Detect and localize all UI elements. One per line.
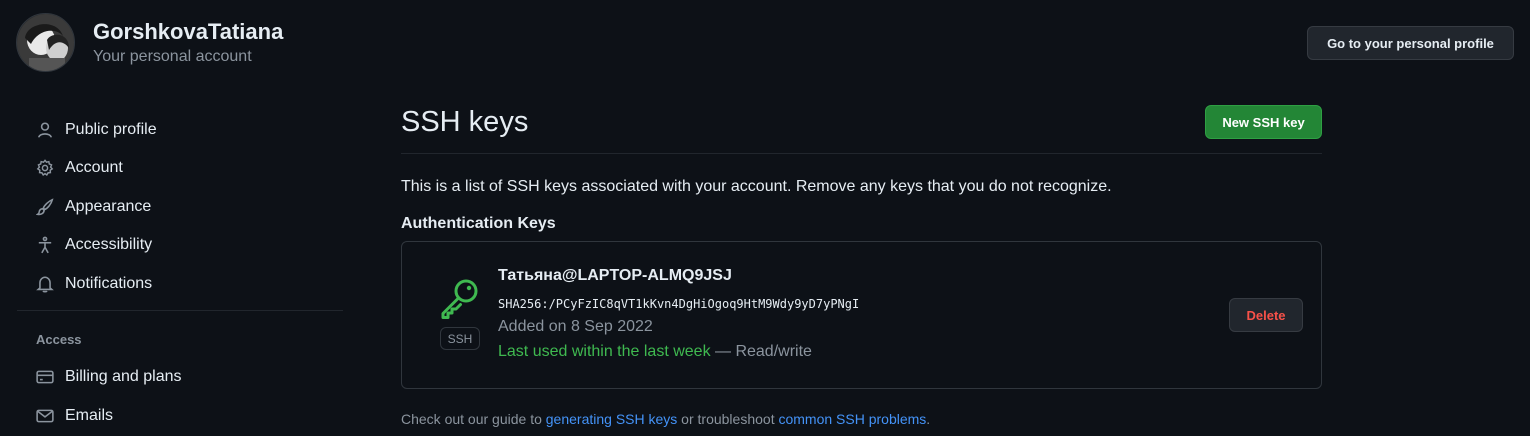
sidebar-item-accessibility[interactable]: Accessibility xyxy=(17,226,343,264)
title-divider xyxy=(401,153,1322,154)
person-icon xyxy=(35,120,55,140)
ssh-badge: SSH xyxy=(440,327,480,350)
sidebar-item-emails[interactable]: Emails xyxy=(17,397,343,435)
sidebar-divider xyxy=(17,310,343,311)
avatar[interactable] xyxy=(16,13,75,72)
delete-key-button[interactable]: Delete xyxy=(1229,298,1303,332)
ssh-key-item: SSH Татьяна@LAPTOP-ALMQ9JSJ SHA256:/PCyF… xyxy=(401,241,1322,389)
page-title: SSH keys xyxy=(401,106,529,138)
sidebar-item-label: Accessibility xyxy=(65,236,153,253)
guide-prefix: Check out our guide to xyxy=(401,411,546,427)
paintbrush-icon xyxy=(35,197,55,217)
bell-icon xyxy=(35,274,55,294)
sidebar-item-account[interactable]: Account xyxy=(17,149,343,187)
authentication-keys-heading: Authentication Keys xyxy=(401,215,556,232)
sidebar-item-label: Billing and plans xyxy=(65,368,182,385)
last-used-status: Last used within the last week xyxy=(498,343,711,360)
guide-middle: or troubleshoot xyxy=(677,411,779,427)
access-level: — Read/write xyxy=(710,343,812,360)
account-subtitle: Your personal account xyxy=(93,48,252,65)
key-icon xyxy=(438,276,482,320)
account-header: GorshkovaTatiana Your personal account G… xyxy=(0,0,1530,90)
ssh-key-fingerprint: SHA256:/PCyFzIC8qVT1kKvn4DgHiOgoq9HtM9Wd… xyxy=(498,297,860,311)
new-ssh-key-button[interactable]: New SSH key xyxy=(1205,105,1322,139)
gear-icon xyxy=(35,158,55,178)
mail-icon xyxy=(35,406,55,426)
sidebar-heading-access: Access xyxy=(36,332,82,347)
generating-ssh-keys-link[interactable]: generating SSH keys xyxy=(546,411,678,427)
sidebar-item-label: Appearance xyxy=(65,198,152,215)
ssh-key-title: Татьяна@LAPTOP-ALMQ9JSJ xyxy=(498,267,732,284)
sidebar-item-label: Account xyxy=(65,159,123,176)
account-name[interactable]: GorshkovaTatiana xyxy=(93,19,283,45)
sidebar-item-public-profile[interactable]: Public profile xyxy=(17,111,343,149)
guide-suffix: . xyxy=(926,411,931,427)
sidebar-item-label: Emails xyxy=(65,407,114,424)
sidebar-item-notifications[interactable]: Notifications xyxy=(17,265,343,303)
sidebar-item-billing[interactable]: Billing and plans xyxy=(17,358,343,396)
go-to-profile-button[interactable]: Go to your personal profile xyxy=(1307,26,1514,60)
ssh-key-usage: Last used within the last week — Read/wr… xyxy=(498,343,812,361)
sidebar-item-appearance[interactable]: Appearance xyxy=(17,188,343,226)
ssh-key-added-date: Added on 8 Sep 2022 xyxy=(498,318,653,335)
guide-text: Check out our guide to generating SSH ke… xyxy=(401,411,930,427)
intro-text: This is a list of SSH keys associated wi… xyxy=(401,178,1112,195)
credit-card-icon xyxy=(35,367,55,387)
sidebar-item-label: Notifications xyxy=(65,275,153,292)
sidebar-item-label: Public profile xyxy=(65,121,157,138)
accessibility-icon xyxy=(35,235,55,255)
common-ssh-problems-link[interactable]: common SSH problems xyxy=(778,411,926,427)
